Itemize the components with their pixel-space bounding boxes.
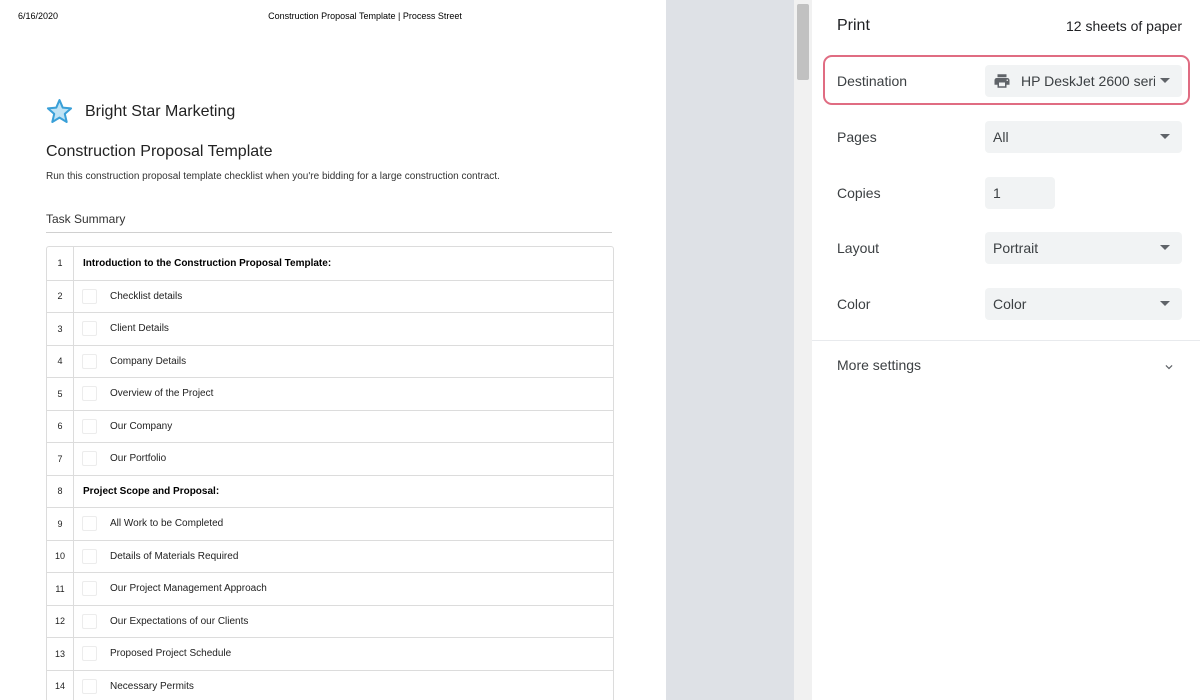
task-label: Necessary Permits	[110, 680, 194, 692]
print-preview-area: 6/16/2020 Construction Proposal Template…	[0, 0, 812, 700]
task-summary-table: 1 Introduction to the Construction Propos…	[46, 246, 614, 700]
printer-icon	[994, 74, 1010, 88]
task-label: Our Expectations of our Clients	[110, 615, 249, 627]
page-header-title: Construction Proposal Template | Process…	[268, 11, 462, 21]
task-number: 7	[47, 443, 74, 475]
task-row: 4 Company Details	[47, 344, 613, 377]
task-label: Proposed Project Schedule	[110, 648, 232, 660]
color-value: Color	[993, 296, 1027, 312]
dropdown-caret-icon	[1160, 134, 1170, 139]
task-label: All Work to be Completed	[110, 518, 224, 530]
task-checkbox	[82, 288, 97, 304]
task-number: 11	[47, 573, 74, 605]
task-checkbox	[82, 321, 97, 336]
destination-value: HP DeskJet 2600 series	[1021, 73, 1155, 89]
task-checkbox	[82, 678, 97, 694]
task-number: 6	[47, 410, 74, 442]
task-checkbox	[82, 516, 97, 531]
task-row: 5 Overview of the Project	[47, 377, 613, 410]
panel-title: Print	[837, 17, 870, 34]
task-number: 4	[47, 345, 74, 377]
copies-value: 1	[993, 185, 1001, 201]
document-title: Construction Proposal Template	[46, 143, 273, 160]
color-label: Color	[837, 296, 871, 312]
task-number: 8	[47, 475, 74, 507]
task-label: Details of Materials Required	[110, 550, 239, 562]
layout-select[interactable]: Portrait	[985, 232, 1182, 264]
star-logo-icon	[46, 99, 73, 123]
divider	[46, 232, 612, 233]
task-number: 5	[47, 378, 74, 410]
task-label: Our Project Management Approach	[110, 583, 267, 595]
task-label: Our Company	[110, 420, 173, 432]
sheet-count: 12 sheets of paper	[1066, 18, 1182, 34]
dropdown-caret-icon	[1160, 245, 1170, 250]
task-checkbox	[82, 581, 97, 596]
brand-name: Bright Star Marketing	[85, 102, 236, 120]
layout-value: Portrait	[993, 240, 1039, 256]
dropdown-caret-icon	[1160, 301, 1170, 306]
divider	[812, 340, 1200, 341]
color-select[interactable]: Color	[985, 288, 1182, 320]
pages-value: All	[993, 129, 1009, 145]
task-number: 12	[47, 605, 74, 637]
task-number: 3	[47, 313, 74, 345]
preview-scrollbar[interactable]	[794, 0, 812, 700]
pages-select[interactable]: All	[985, 121, 1182, 153]
copies-label: Copies	[837, 185, 881, 201]
task-checkbox	[82, 548, 97, 564]
task-row: 10 Details of Materials Required	[47, 539, 613, 572]
task-label: Company Details	[110, 355, 187, 367]
task-row: 1 Introduction to the Construction Propos…	[47, 247, 613, 280]
task-checkbox	[82, 451, 97, 466]
task-summary-title: Task Summary	[46, 212, 126, 226]
task-row: 12 Our Expectations of our Clients	[47, 604, 613, 637]
task-heading: Introduction to the Construction Proposa…	[83, 257, 332, 269]
destination-label: Destination	[837, 73, 908, 89]
task-checkbox	[82, 646, 97, 661]
copies-input[interactable]: 1	[985, 177, 1055, 209]
dropdown-caret-icon	[1160, 78, 1170, 83]
task-number: 10	[47, 540, 74, 572]
chevron-down-icon[interactable]	[1162, 360, 1176, 374]
destination-select[interactable]: HP DeskJet 2600 series	[985, 65, 1182, 97]
print-settings-panel: Print 12 sheets of paper Destination HP …	[812, 0, 1200, 700]
task-row: 3 Client Details	[47, 312, 613, 345]
preview-page: 6/16/2020 Construction Proposal Template…	[0, 0, 666, 700]
task-row: 13 Proposed Project Schedule	[47, 637, 613, 670]
task-row: 14 Necessary Permits	[47, 669, 613, 700]
brand: Bright Star Marketing	[46, 98, 235, 125]
task-row: 2 Checklist details	[47, 279, 613, 312]
task-row: 6 Our Company	[47, 409, 613, 442]
task-label: Our Portfolio	[110, 453, 167, 465]
task-heading: Project Scope and Proposal:	[83, 485, 220, 497]
task-checkbox	[82, 613, 97, 629]
task-label: Client Details	[110, 323, 169, 335]
task-row: 8 Project Scope and Proposal:	[47, 474, 613, 507]
task-row: 11 Our Project Management Approach	[47, 572, 613, 605]
task-checkbox	[82, 386, 97, 401]
task-number: 13	[47, 638, 74, 670]
task-number: 2	[47, 280, 74, 312]
pages-label: Pages	[837, 129, 877, 145]
task-checkbox	[82, 353, 97, 369]
more-settings-toggle[interactable]: More settings	[837, 357, 921, 373]
task-label: Overview of the Project	[110, 388, 214, 400]
task-label: Checklist details	[110, 290, 183, 302]
scrollbar-thumb[interactable]	[797, 4, 809, 80]
task-number: 1	[47, 247, 74, 280]
task-row: 9 All Work to be Completed	[47, 507, 613, 540]
task-row: 7 Our Portfolio	[47, 442, 613, 475]
document-description: Run this construction proposal template …	[46, 171, 500, 182]
task-number: 9	[47, 508, 74, 540]
layout-label: Layout	[837, 240, 880, 256]
task-number: 14	[47, 670, 74, 700]
task-checkbox	[82, 418, 97, 434]
